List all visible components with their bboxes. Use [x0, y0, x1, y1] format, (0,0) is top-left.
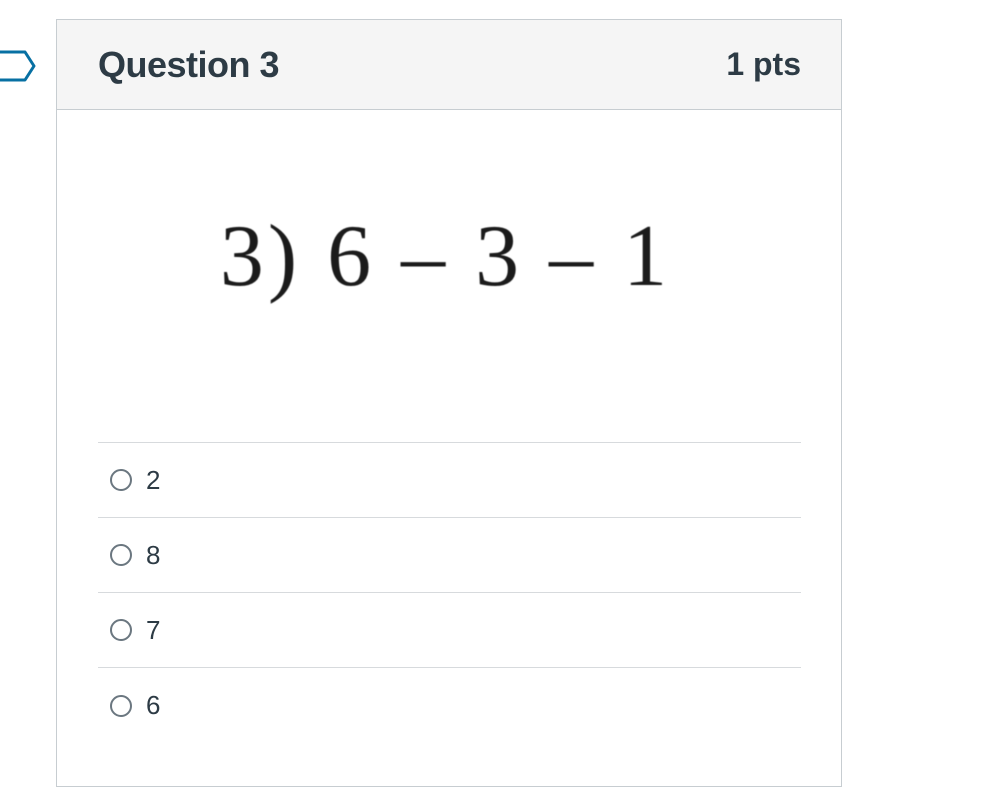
question-body: 3) 6 – 3 – 1 2 8 7 6: [57, 110, 841, 743]
answer-option[interactable]: 6: [98, 668, 801, 743]
radio-button[interactable]: [110, 694, 132, 717]
question-title: Question 3: [98, 43, 280, 85]
answer-label: 6: [146, 690, 161, 720]
problem-image: 3) 6 – 3 – 1: [98, 110, 801, 442]
radio-button[interactable]: [110, 469, 132, 491]
radio-button[interactable]: [110, 619, 132, 641]
answer-label: 2: [146, 464, 161, 495]
question-points: 1 pts: [726, 46, 801, 82]
answer-option[interactable]: 8: [98, 518, 801, 593]
answer-option[interactable]: 7: [98, 593, 801, 668]
answer-list: 2 8 7 6: [98, 442, 801, 743]
answer-label: 8: [146, 539, 161, 570]
problem-text: 3) 6 – 3 – 1: [219, 207, 672, 305]
radio-button[interactable]: [110, 544, 132, 566]
flag-question-icon[interactable]: [0, 49, 38, 83]
answer-option[interactable]: 2: [98, 443, 801, 518]
question-header: Question 3 1 pts: [57, 20, 841, 110]
question-card: Question 3 1 pts 3) 6 – 3 – 1 2 8 7 6: [56, 19, 842, 787]
answer-label: 7: [146, 614, 161, 645]
